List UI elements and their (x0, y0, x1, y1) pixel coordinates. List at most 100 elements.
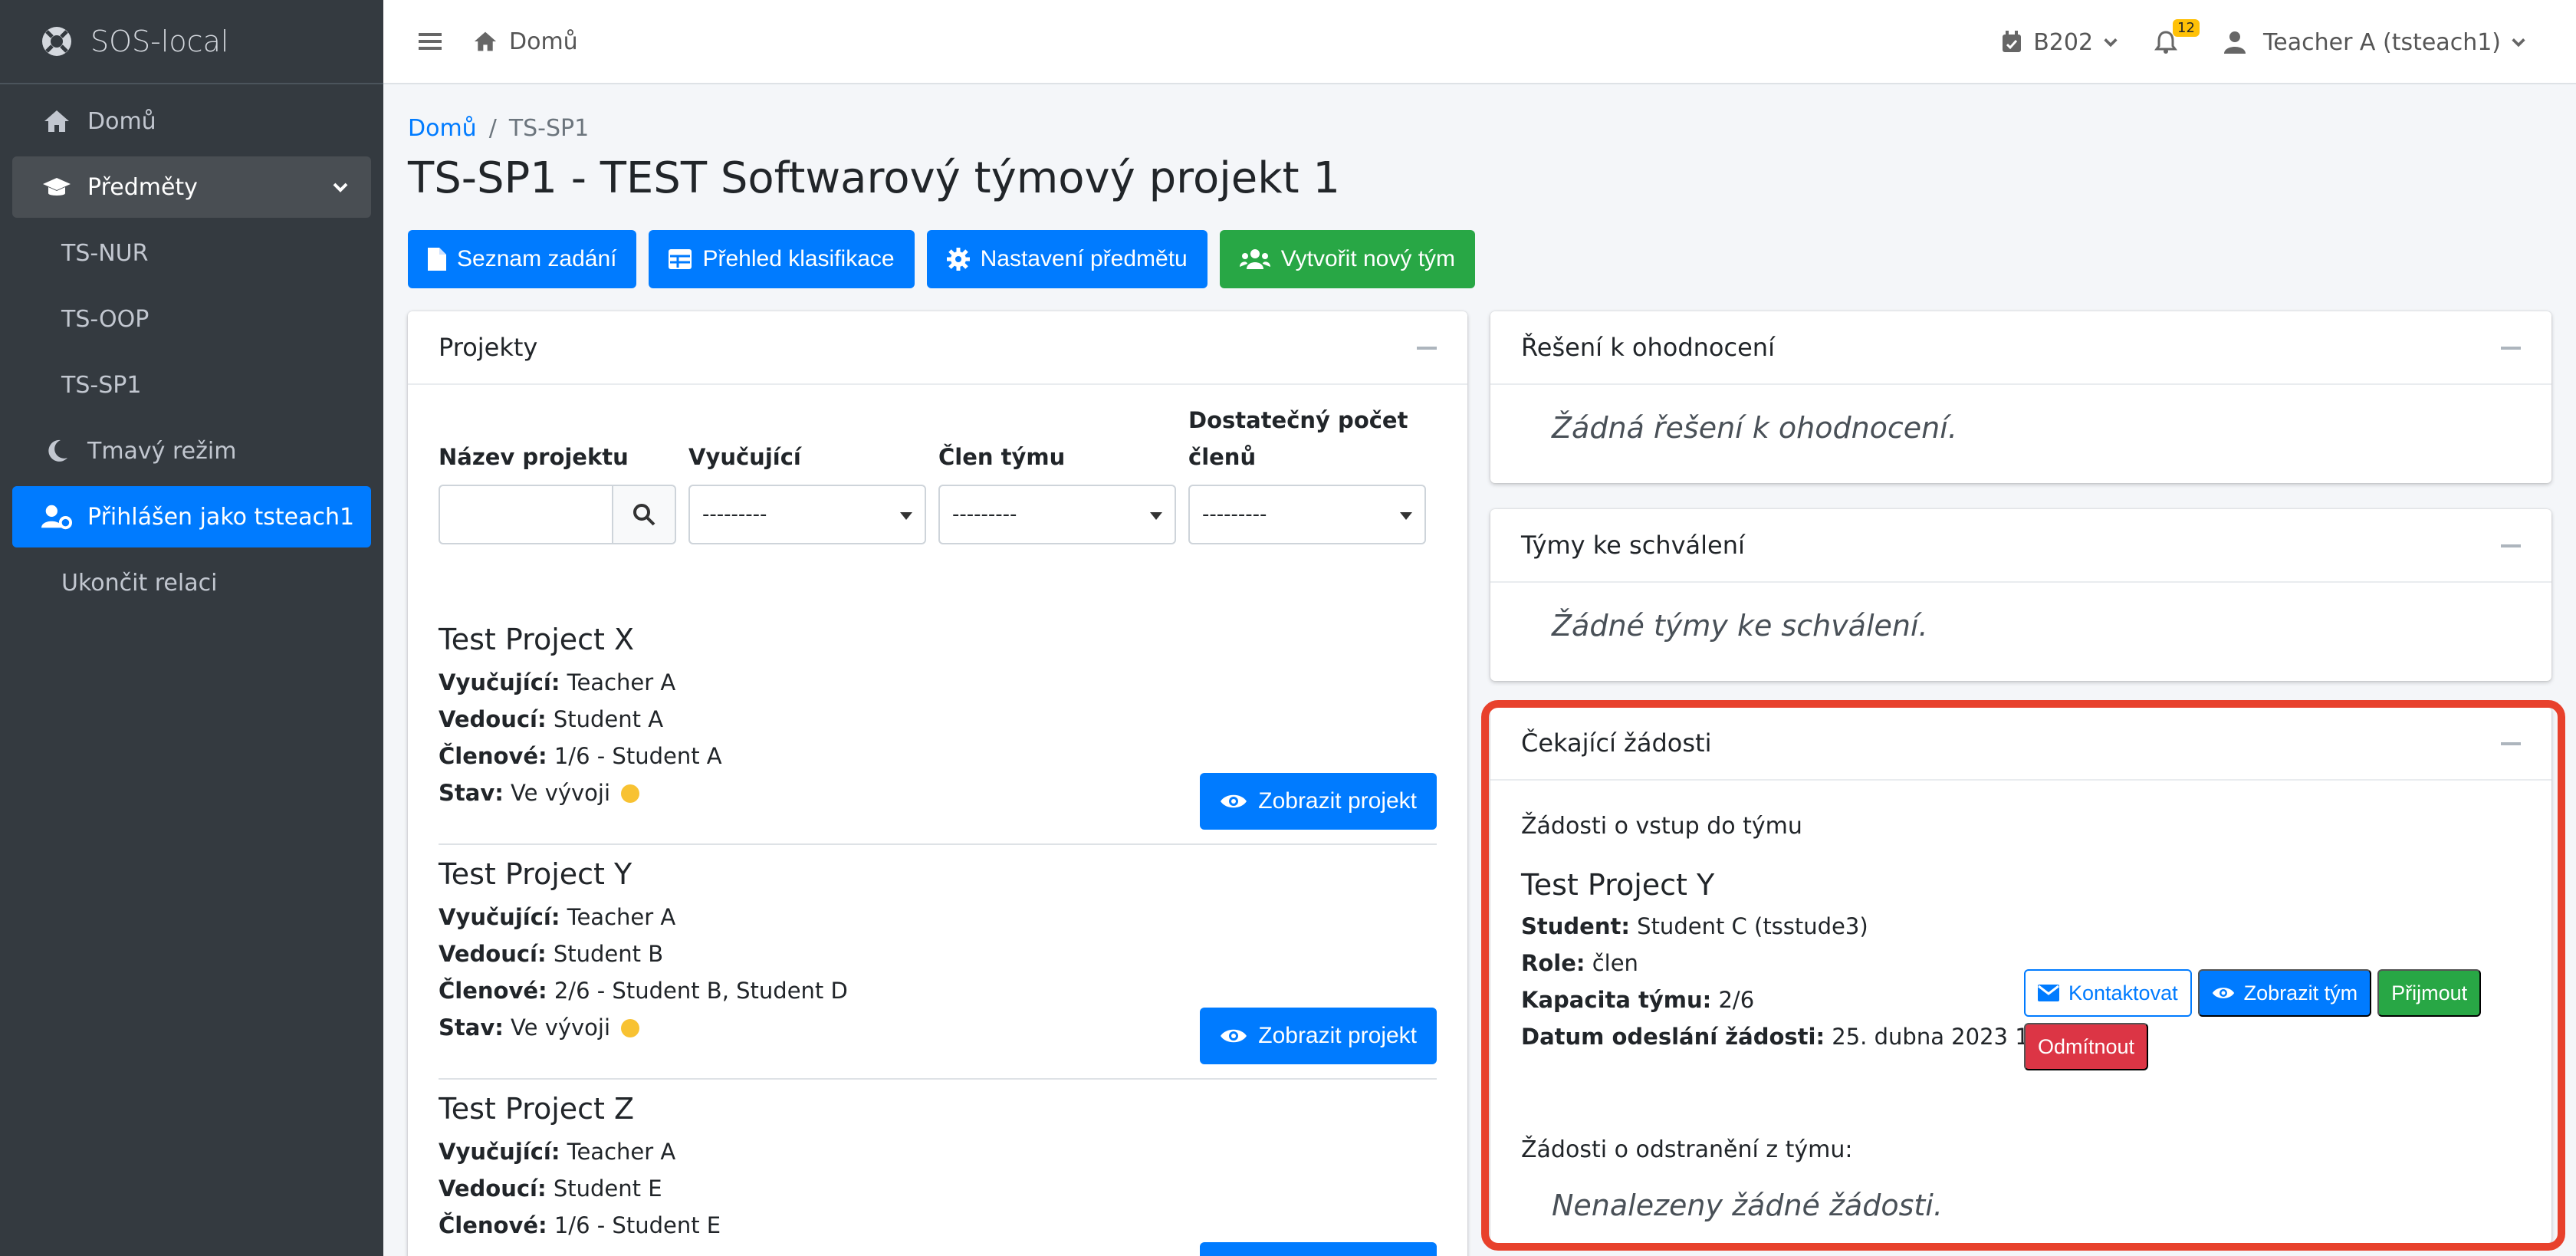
view-project-label: Zobrazit projekt (1258, 788, 1417, 814)
card-header: Projekty (408, 311, 1467, 385)
breadcrumb-separator: / (488, 115, 497, 142)
search-button[interactable] (613, 485, 676, 544)
sidebar-item-subjects[interactable]: Předměty (12, 156, 371, 218)
pending-requests-card: Čekající žádosti Žádosti o vstup do týmu… (1490, 707, 2551, 1244)
sidebar-nav: Domů Předměty TS-NUR TS-OOP TS-SP1 Tmavý… (0, 84, 383, 613)
sidebar-item-logged-in[interactable]: Přihlášen jako tsteach1 (12, 486, 371, 547)
breadcrumb-home-link[interactable]: Domů (408, 115, 477, 142)
filter-label: Dostatečný počet členů (1188, 407, 1408, 470)
sidebar-item-ts-oop[interactable]: TS-OOP (12, 288, 371, 350)
action-buttons: Seznam zadání Přehled klasifikace Nastav… (408, 230, 1476, 288)
table-icon (669, 249, 692, 269)
join-requests-heading: Žádosti o vstup do týmu (1521, 813, 1802, 840)
caret-down-icon (900, 512, 912, 520)
view-team-button[interactable]: Zobrazit tým (2197, 969, 2372, 1017)
notifications-button[interactable]: 12 (2154, 19, 2200, 54)
filter-enough-members: Dostatečný počet členů --------- (1188, 402, 1426, 544)
empty-message: Žádná řešení k ohodnocení. (1552, 411, 1957, 445)
eye-icon (1221, 1029, 1247, 1043)
reject-button[interactable]: Odmítnout (2024, 1023, 2149, 1070)
sidebar-item-label: TS-SP1 (61, 371, 142, 399)
filter-label: Vyučující (688, 444, 801, 470)
enough-members-select[interactable]: --------- (1188, 485, 1426, 544)
sidebar: SOS-local Domů Předměty TS-NUR TS-OOP TS… (0, 0, 383, 1256)
project-members: Členové: 1/6 - Student E (439, 1212, 721, 1238)
filter-label: Člen týmu (938, 444, 1066, 470)
grades-button[interactable]: Přehled klasifikace (649, 230, 915, 288)
card-title: Řešení k ohodnocení (1521, 333, 1775, 362)
assignments-button[interactable]: Seznam zadání (408, 230, 637, 288)
empty-message: Nenalezeny žádné žádosti. (1552, 1189, 1943, 1222)
select-value: --------- (952, 503, 1017, 526)
view-project-button[interactable]: Zobrazit projekt (1200, 1008, 1437, 1064)
calendar-check-icon (2003, 31, 2022, 52)
chevron-down-icon (2512, 38, 2525, 48)
project-search-input[interactable] (439, 485, 613, 544)
project-name: Test Project Z (439, 1092, 635, 1126)
minimize-icon[interactable] (2501, 742, 2521, 745)
accept-button[interactable]: Přijmout (2377, 969, 2482, 1017)
project-leader: Vedoucí: Student B (439, 941, 664, 967)
home-icon (41, 106, 72, 136)
status-dot-icon (621, 784, 640, 803)
view-project-button[interactable]: Zobrazit projekt (1200, 773, 1437, 830)
request-details: Student: Student C (tsstude3) Role: člen… (1521, 908, 2079, 1055)
sidebar-item-home[interactable]: Domů (12, 90, 371, 152)
hamburger-menu-icon[interactable] (419, 30, 442, 53)
room-dropdown[interactable]: B202 (2001, 29, 2119, 56)
member-select[interactable]: --------- (938, 485, 1176, 544)
project-item: Test Project Z Vyučující: Teacher A Vedo… (439, 1092, 1437, 1256)
notifications-badge: 12 (2173, 19, 2200, 37)
project-name: Test Project X (439, 623, 635, 656)
view-project-button[interactable]: Zobrazit projekt (1200, 1242, 1437, 1256)
request-role: Role: člen (1521, 950, 1638, 976)
sidebar-item-ts-sp1[interactable]: TS-SP1 (12, 354, 371, 416)
users-icon (1239, 249, 1270, 269)
contact-button[interactable]: Kontaktovat (2024, 969, 2192, 1017)
project-item: Test Project Y Vyučující: Teacher A Vedo… (439, 857, 1437, 1080)
sidebar-item-ts-nur[interactable]: TS-NUR (12, 222, 371, 284)
topbar-home-link[interactable]: Domů (472, 28, 578, 55)
page-title: TS-SP1 - TEST Softwarový týmový projekt … (408, 153, 1341, 203)
caret-down-icon (1150, 512, 1162, 520)
accept-label: Přijmout (2391, 981, 2468, 1004)
view-project-label: Zobrazit projekt (1258, 1023, 1417, 1048)
create-team-button[interactable]: Vytvořit nový tým (1219, 230, 1476, 288)
subject-settings-button[interactable]: Nastavení předmětu (926, 230, 1208, 288)
user-cog-icon (41, 501, 72, 532)
request-capacity: Kapacita týmu: 2/6 (1521, 987, 1755, 1013)
user-icon (2224, 31, 2246, 54)
brand[interactable]: SOS-local (0, 0, 383, 84)
card-title: Projekty (439, 333, 538, 362)
projects-card: Projekty Název projektu Vyučující ------… (408, 311, 1467, 1256)
brand-name: SOS-local (90, 25, 229, 58)
contact-label: Kontaktovat (2068, 981, 2178, 1004)
topbar: Domů B202 12 Teacher A (tsteach1) (383, 0, 2576, 84)
search-icon (633, 504, 656, 526)
project-teacher: Vyučující: Teacher A (439, 904, 676, 930)
topbar-home-label: Domů (509, 28, 578, 55)
project-members: Členové: 2/6 - Student B, Student D (439, 978, 848, 1004)
filter-label: Název projektu (439, 444, 629, 470)
project-teacher: Vyučující: Teacher A (439, 669, 676, 695)
caret-down-icon (1400, 512, 1412, 520)
teacher-select[interactable]: --------- (688, 485, 926, 544)
user-name: Teacher A (tsteach1) (2263, 28, 2501, 56)
minimize-icon[interactable] (1417, 347, 1437, 350)
sidebar-item-dark-mode[interactable]: Tmavý režim (12, 420, 371, 482)
view-team-label: Zobrazit tým (2243, 981, 2358, 1004)
chevron-down-icon (333, 182, 348, 192)
sidebar-item-label: Tmavý režim (87, 437, 237, 465)
home-icon (474, 31, 497, 51)
minimize-icon[interactable] (2501, 544, 2521, 547)
sidebar-item-logout[interactable]: Ukončit relaci (12, 552, 371, 613)
reject-label: Odmítnout (2038, 1034, 2135, 1058)
card-title: Týmy ke schválení (1521, 531, 1745, 560)
create-team-label: Vytvořit nový tým (1280, 246, 1456, 271)
request-date: Datum odeslání žádosti: 25. dubna 2023 1… (1521, 1024, 2079, 1050)
project-teacher: Vyučující: Teacher A (439, 1139, 676, 1165)
status-dot-icon (621, 1019, 640, 1037)
minimize-icon[interactable] (2501, 347, 2521, 350)
user-menu[interactable]: Teacher A (tsteach1) (2223, 29, 2527, 56)
sidebar-item-label: Domů (87, 107, 156, 135)
